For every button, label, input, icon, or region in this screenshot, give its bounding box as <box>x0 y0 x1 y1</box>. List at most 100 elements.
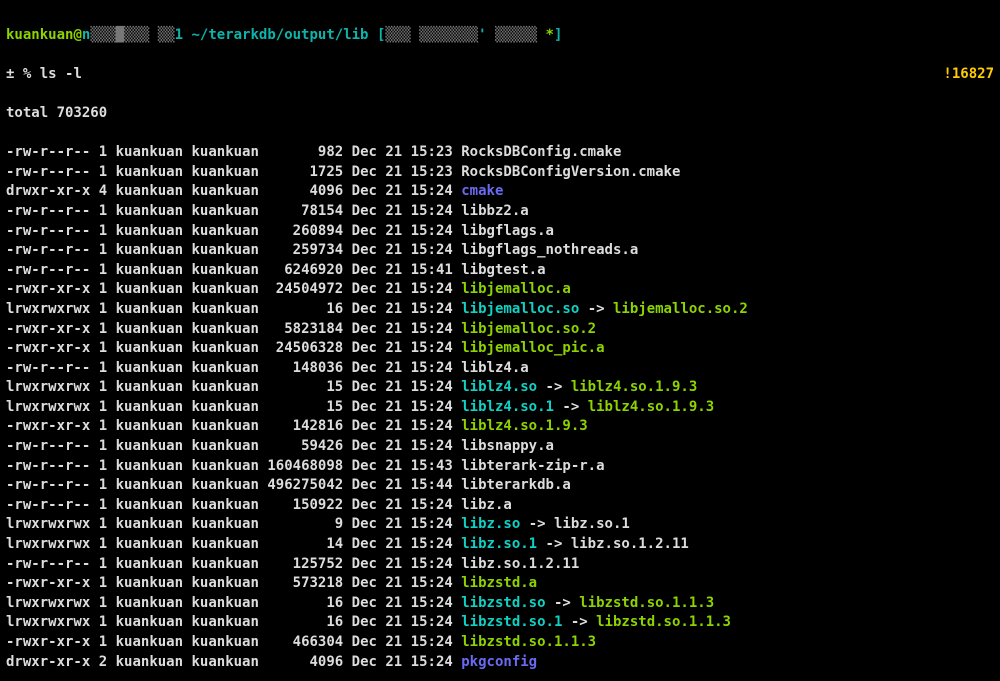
file-permissions: lrwxrwxrwx <box>6 614 90 630</box>
file-size: 16 <box>267 301 343 317</box>
file-links: 1 <box>99 281 107 297</box>
file-links: 1 <box>99 203 107 219</box>
file-owner: kuankuan <box>116 203 183 219</box>
file-size: 14 <box>267 536 343 552</box>
file-name: libgtest.a <box>461 262 545 278</box>
file-links: 1 <box>99 614 107 630</box>
file-row: -rw-r--r-- 1 kuankuan kuankuan 982 Dec 2… <box>6 143 994 163</box>
symlink-target: libz.so.1.2.11 <box>571 536 689 552</box>
file-group: kuankuan <box>191 301 258 317</box>
file-owner: kuankuan <box>116 614 183 630</box>
symlink-target: libjemalloc.so.2 <box>613 301 748 317</box>
file-group: kuankuan <box>191 340 258 356</box>
symlink-arrow: -> <box>562 614 596 630</box>
ls-total: total 703260 <box>6 104 994 124</box>
file-row: -rwxr-xr-x 1 kuankuan kuankuan 24506328 … <box>6 339 994 359</box>
file-date: Dec 21 15:24 <box>352 223 453 239</box>
file-group: kuankuan <box>191 438 258 454</box>
prompt-branch-close: ] <box>554 27 562 43</box>
prompt-line: kuankuan@n▒▒▒█▒▒▒ ▒▒1 ~/terarkdb/output/… <box>6 26 994 46</box>
file-permissions: -rw-r--r-- <box>6 556 90 572</box>
file-permissions: -rwxr-xr-x <box>6 418 90 434</box>
file-date: Dec 21 15:23 <box>352 144 453 160</box>
file-group: kuankuan <box>191 595 258 611</box>
file-date: Dec 21 15:43 <box>352 458 453 474</box>
file-date: Dec 21 15:24 <box>352 399 453 415</box>
file-row: -rwxr-xr-x 1 kuankuan kuankuan 466304 De… <box>6 633 994 653</box>
file-permissions: lrwxrwxrwx <box>6 301 90 317</box>
file-links: 1 <box>99 477 107 493</box>
file-name: libz.so.1 <box>461 536 537 552</box>
file-name: RocksDBConfigVersion.cmake <box>461 164 680 180</box>
file-permissions: lrwxrwxrwx <box>6 379 90 395</box>
symlink-target: libz.so.1 <box>554 516 630 532</box>
file-permissions: -rw-r--r-- <box>6 477 90 493</box>
file-date: Dec 21 15:24 <box>352 281 453 297</box>
file-date: Dec 21 15:24 <box>352 340 453 356</box>
file-row: -rw-r--r-- 1 kuankuan kuankuan 6246920 D… <box>6 261 994 281</box>
file-links: 1 <box>99 301 107 317</box>
symlink-arrow: -> <box>579 301 613 317</box>
file-size: 6246920 <box>267 262 343 278</box>
file-name: libjemalloc_pic.a <box>461 340 604 356</box>
file-date: Dec 21 15:23 <box>352 164 453 180</box>
file-row: lrwxrwxrwx 1 kuankuan kuankuan 16 Dec 21… <box>6 300 994 320</box>
file-group: kuankuan <box>191 399 258 415</box>
file-row: -rw-r--r-- 1 kuankuan kuankuan 160468098… <box>6 457 994 477</box>
file-size: 160468098 <box>267 458 343 474</box>
file-name: libzstd.so.1.1.3 <box>461 634 596 650</box>
file-links: 1 <box>99 340 107 356</box>
file-row: -rw-r--r-- 1 kuankuan kuankuan 259734 De… <box>6 241 994 261</box>
file-permissions: -rw-r--r-- <box>6 262 90 278</box>
file-permissions: -rwxr-xr-x <box>6 575 90 591</box>
file-permissions: -rw-r--r-- <box>6 497 90 513</box>
file-group: kuankuan <box>191 477 258 493</box>
file-name: libjemalloc.so.2 <box>461 321 596 337</box>
prompt-host2: 1 <box>175 27 183 43</box>
file-group: kuankuan <box>191 203 258 219</box>
file-permissions: -rw-r--r-- <box>6 144 90 160</box>
file-owner: kuankuan <box>116 458 183 474</box>
symlink-arrow: -> <box>520 516 554 532</box>
file-date: Dec 21 15:24 <box>352 595 453 611</box>
file-permissions: -rw-r--r-- <box>6 242 90 258</box>
file-owner: kuankuan <box>116 360 183 376</box>
symlink-arrow: -> <box>546 595 580 611</box>
file-date: Dec 21 15:24 <box>352 183 453 199</box>
file-date: Dec 21 15:24 <box>352 360 453 376</box>
file-row: -rwxr-xr-x 1 kuankuan kuankuan 24504972 … <box>6 280 994 300</box>
file-permissions: drwxr-xr-x <box>6 183 90 199</box>
file-size: 78154 <box>267 203 343 219</box>
file-owner: kuankuan <box>116 418 183 434</box>
terminal[interactable]: kuankuan@n▒▒▒█▒▒▒ ▒▒1 ~/terarkdb/output/… <box>0 0 1000 681</box>
file-group: kuankuan <box>191 379 258 395</box>
file-group: kuankuan <box>191 536 258 552</box>
file-name: libgflags.a <box>461 223 554 239</box>
file-permissions: -rw-r--r-- <box>6 203 90 219</box>
file-size: 4096 <box>267 654 343 670</box>
file-name: libbz2.a <box>461 203 528 219</box>
file-permissions: lrwxrwxrwx <box>6 516 90 532</box>
file-row: lrwxrwxrwx 1 kuankuan kuankuan 15 Dec 21… <box>6 398 994 418</box>
file-group: kuankuan <box>191 281 258 297</box>
prompt-path: ~/terarkdb/output/lib <box>191 27 368 43</box>
file-owner: kuankuan <box>116 242 183 258</box>
file-name: libzstd.so <box>461 595 545 611</box>
file-size: 9 <box>267 516 343 532</box>
file-name: libzstd.so.1 <box>461 614 562 630</box>
file-links: 1 <box>99 595 107 611</box>
file-date: Dec 21 15:24 <box>352 497 453 513</box>
file-permissions: lrwxrwxrwx <box>6 536 90 552</box>
file-links: 1 <box>99 379 107 395</box>
file-name: libterark-zip-r.a <box>461 458 604 474</box>
file-links: 1 <box>99 634 107 650</box>
symlink-arrow: -> <box>537 379 571 395</box>
file-row: drwxr-xr-x 4 kuankuan kuankuan 4096 Dec … <box>6 182 994 202</box>
file-permissions: -rw-r--r-- <box>6 360 90 376</box>
file-date: Dec 21 15:24 <box>352 379 453 395</box>
file-row: -rw-r--r-- 1 kuankuan kuankuan 148036 De… <box>6 359 994 379</box>
file-permissions: -rw-r--r-- <box>6 438 90 454</box>
file-owner: kuankuan <box>116 438 183 454</box>
command-line[interactable]: ± % ls -l!16827 <box>6 65 994 85</box>
symlink-target: liblz4.so.1.9.3 <box>571 379 697 395</box>
